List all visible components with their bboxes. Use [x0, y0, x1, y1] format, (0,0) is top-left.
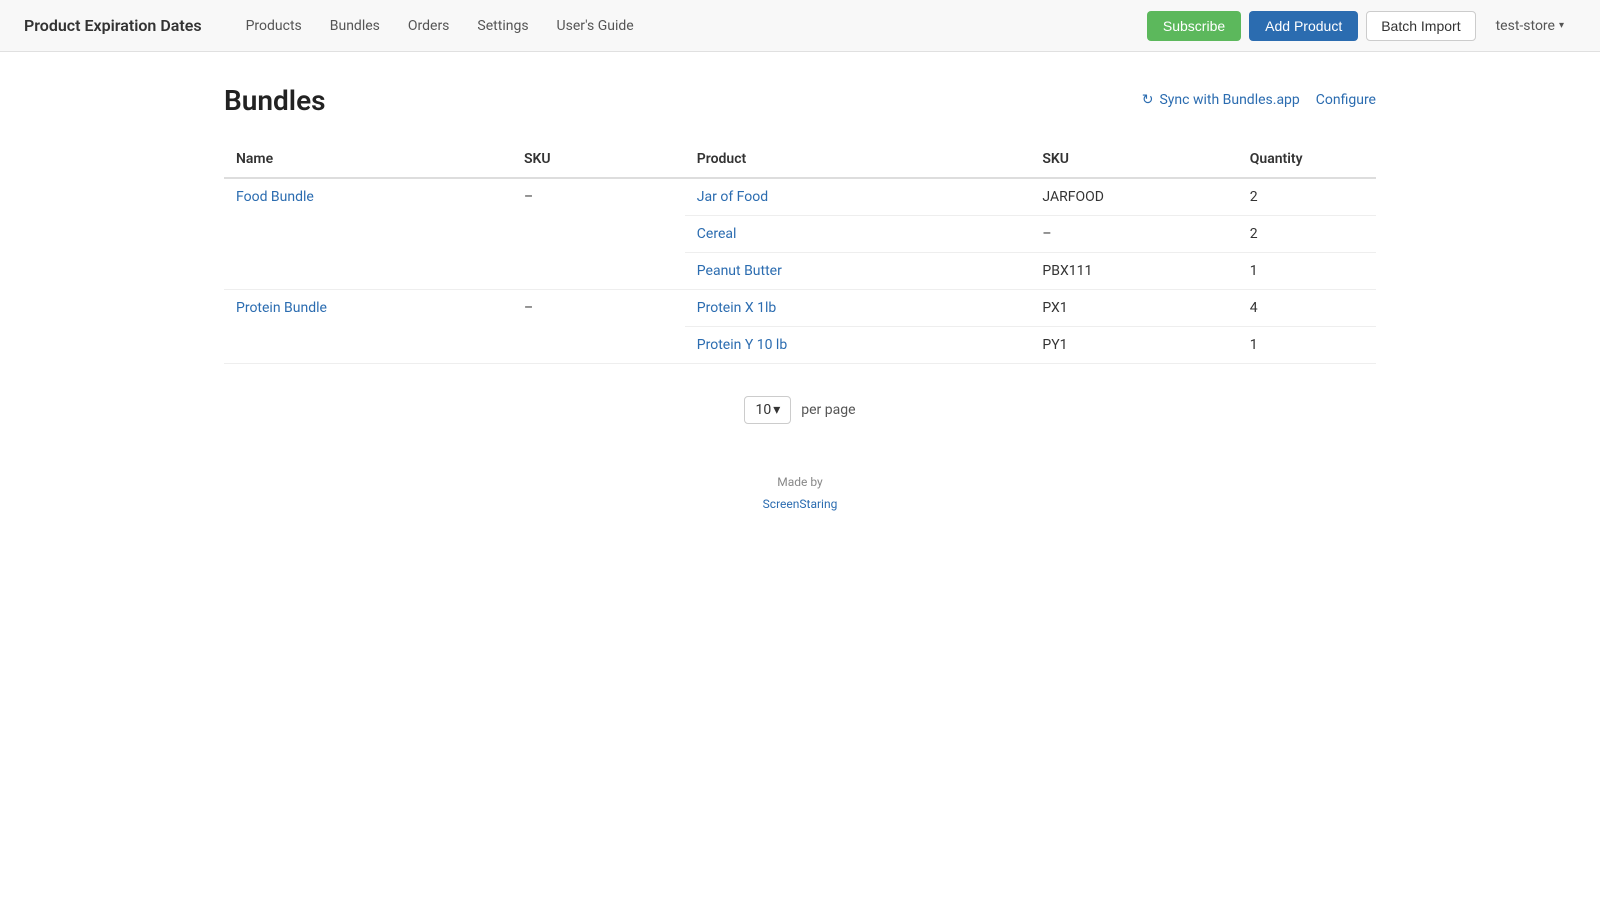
chevron-down-icon: ▾	[1559, 20, 1564, 31]
company-link[interactable]: ScreenStaring	[763, 497, 838, 511]
product-name-cell: Protein X 1lb	[685, 290, 1031, 327]
product-name-cell: Cereal	[685, 216, 1031, 253]
footer: Made by ScreenStaring	[224, 472, 1376, 515]
configure-link[interactable]: Configure	[1316, 92, 1376, 108]
product-name-cell: Jar of Food	[685, 178, 1031, 216]
product-sku-cell: PX1	[1030, 290, 1237, 327]
bundle-name-cell: Food Bundle	[224, 178, 512, 290]
store-name: test-store	[1496, 18, 1555, 34]
sync-label: Sync with Bundles.app	[1159, 92, 1299, 108]
page-header-actions: ↻ Sync with Bundles.app Configure	[1142, 92, 1376, 108]
chevron-down-icon: ▾	[773, 402, 780, 418]
product-sku-cell: –	[1030, 216, 1237, 253]
nav-orders[interactable]: Orders	[396, 12, 462, 40]
quantity-cell: 1	[1238, 327, 1376, 364]
bundle-sku-cell: –	[512, 178, 685, 290]
product-sku-cell: JARFOOD	[1030, 178, 1237, 216]
product-sku-cell: PY1	[1030, 327, 1237, 364]
store-selector[interactable]: test-store ▾	[1484, 12, 1576, 40]
col-product-sku: SKU	[1030, 141, 1237, 178]
header-actions: Subscribe Add Product Batch Import test-…	[1147, 11, 1576, 41]
bundle-name-link[interactable]: Food Bundle	[236, 189, 314, 205]
page-header: Bundles ↻ Sync with Bundles.app Configur…	[224, 84, 1376, 117]
product-name-link[interactable]: Peanut Butter	[697, 263, 782, 279]
quantity-cell: 2	[1238, 216, 1376, 253]
product-name-cell: Protein Y 10 lb	[685, 327, 1031, 364]
pagination: 10 ▾ per page	[224, 396, 1376, 424]
batch-import-button[interactable]: Batch Import	[1366, 11, 1475, 41]
bundle-name-link[interactable]: Protein Bundle	[236, 300, 327, 316]
table-row: Protein Bundle–Protein X 1lbPX14	[224, 290, 1376, 327]
product-name-link[interactable]: Jar of Food	[697, 189, 768, 205]
product-name-link[interactable]: Protein X 1lb	[697, 300, 776, 316]
per-page-select[interactable]: 10 ▾	[744, 396, 791, 424]
made-by-text: Made by	[224, 472, 1376, 494]
per-page-label: per page	[801, 402, 855, 418]
product-name-link[interactable]: Protein Y 10 lb	[697, 337, 787, 353]
nav-products[interactable]: Products	[234, 12, 314, 40]
add-product-button[interactable]: Add Product	[1249, 11, 1358, 41]
col-quantity: Quantity	[1238, 141, 1376, 178]
quantity-cell: 1	[1238, 253, 1376, 290]
quantity-cell: 2	[1238, 178, 1376, 216]
product-name-link[interactable]: Cereal	[697, 226, 737, 242]
header: Product Expiration Dates Products Bundle…	[0, 0, 1600, 52]
bundle-sku-cell: –	[512, 290, 685, 364]
page-title: Bundles	[224, 84, 326, 117]
main-nav: Products Bundles Orders Settings User's …	[234, 12, 1147, 40]
table-row: Food Bundle–Jar of FoodJARFOOD2	[224, 178, 1376, 216]
app-title: Product Expiration Dates	[24, 16, 202, 35]
sync-button[interactable]: ↻ Sync with Bundles.app	[1142, 92, 1300, 108]
per-page-value: 10	[755, 402, 771, 418]
col-sku: SKU	[512, 141, 685, 178]
table-body: Food Bundle–Jar of FoodJARFOOD2Cereal–2P…	[224, 178, 1376, 364]
quantity-cell: 4	[1238, 290, 1376, 327]
sync-icon: ↻	[1142, 92, 1154, 108]
nav-users-guide[interactable]: User's Guide	[545, 12, 646, 40]
subscribe-button[interactable]: Subscribe	[1147, 11, 1241, 41]
col-name: Name	[224, 141, 512, 178]
main-content: Bundles ↻ Sync with Bundles.app Configur…	[200, 52, 1400, 547]
nav-bundles[interactable]: Bundles	[318, 12, 392, 40]
table-header: Name SKU Product SKU Quantity	[224, 141, 1376, 178]
product-name-cell: Peanut Butter	[685, 253, 1031, 290]
col-product: Product	[685, 141, 1031, 178]
bundle-name-cell: Protein Bundle	[224, 290, 512, 364]
nav-settings[interactable]: Settings	[465, 12, 540, 40]
product-sku-cell: PBX111	[1030, 253, 1237, 290]
bundles-table: Name SKU Product SKU Quantity Food Bundl…	[224, 141, 1376, 364]
